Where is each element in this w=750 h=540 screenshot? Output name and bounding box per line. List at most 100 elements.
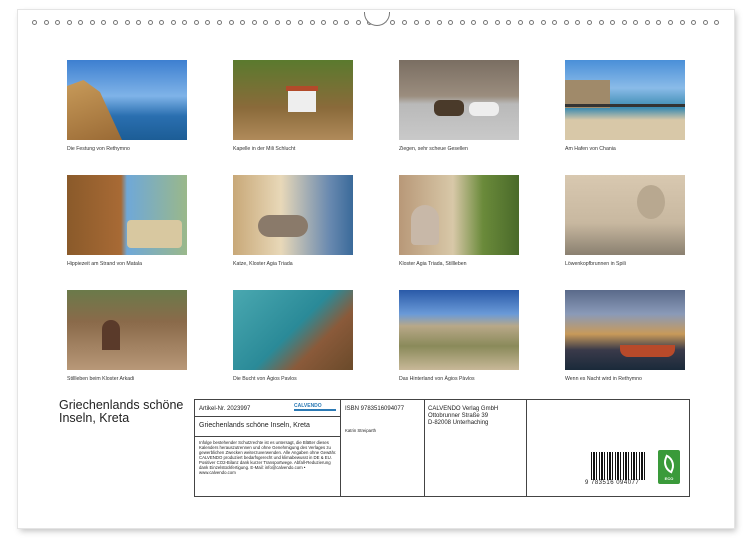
binding-hole bbox=[136, 19, 142, 25]
isbn: ISBN 9783516094077 bbox=[345, 406, 405, 412]
binding-hole bbox=[390, 19, 396, 25]
binding-hole bbox=[482, 19, 488, 25]
photo-fortress bbox=[67, 60, 187, 140]
thumbnail-6[interactable]: Katze, Kloster Agia Triada bbox=[233, 175, 353, 267]
caption: Löwenkopfbrunnen in Spili bbox=[565, 261, 626, 267]
caption: Am Hafen von Chania bbox=[565, 146, 616, 152]
thumbnail-4[interactable]: Am Hafen von Chania bbox=[565, 60, 685, 152]
info-col-3: CALVENDO Verlag GmbH Ottobrunner Straße … bbox=[425, 400, 527, 496]
thumbnail-8[interactable]: Löwenkopfbrunnen in Spili bbox=[565, 175, 685, 267]
barcode bbox=[591, 452, 646, 480]
publisher-line-3: D-82008 Unterhaching bbox=[428, 420, 489, 426]
binding-hole bbox=[101, 19, 107, 25]
thumbnail-10[interactable]: Die Bucht von Àgios Pavlos bbox=[233, 290, 353, 382]
thumbnail-5[interactable]: Hippiezeit am Strand von Matala bbox=[67, 175, 187, 267]
binding-hole bbox=[575, 19, 581, 25]
binding-hole bbox=[147, 19, 153, 25]
binding-hole bbox=[193, 19, 199, 25]
photo-still-life bbox=[399, 175, 519, 255]
legal-notice: Infolge bestehender Schutzrechte ist es … bbox=[199, 440, 337, 475]
photo-lion-fountain bbox=[565, 175, 685, 255]
binding-hole bbox=[691, 19, 697, 25]
binding-hole bbox=[205, 19, 211, 25]
binding-hole bbox=[494, 19, 500, 25]
publisher-line-2: Ottobrunner Straße 39 bbox=[428, 413, 489, 419]
binding-hole bbox=[263, 19, 269, 25]
binding-hole bbox=[552, 19, 558, 25]
binding-hole bbox=[228, 19, 234, 25]
caption: Kloster Agia Triada, Stillleben bbox=[399, 261, 467, 267]
binding-hole bbox=[471, 19, 477, 25]
leaf-icon bbox=[660, 454, 678, 474]
info-col-1: Artikel-Nr. 2023997 CALVENDO Griechenlan… bbox=[195, 400, 341, 496]
photo-night bbox=[565, 290, 685, 370]
binding-hole bbox=[413, 19, 419, 25]
photo-arkadi bbox=[67, 290, 187, 370]
binding-hole bbox=[610, 19, 616, 25]
caption: Die Bucht von Àgios Pavlos bbox=[233, 376, 297, 382]
binding-hole bbox=[32, 19, 37, 25]
info-box: Artikel-Nr. 2023997 CALVENDO Griechenlan… bbox=[194, 399, 690, 497]
binding-hole bbox=[598, 19, 604, 25]
caption: Hippiezeit am Strand von Matala bbox=[67, 261, 142, 267]
author: Katrin Streiparth bbox=[345, 428, 377, 433]
binding-hole bbox=[459, 19, 465, 25]
binding-hole bbox=[78, 19, 84, 25]
binding-hole bbox=[344, 19, 350, 25]
binding-hole bbox=[714, 19, 720, 25]
thumbnail-7[interactable]: Kloster Agia Triada, Stillleben bbox=[399, 175, 519, 267]
photo-chapel bbox=[233, 60, 353, 140]
binding-hole bbox=[274, 19, 280, 25]
binding-hole bbox=[644, 19, 650, 25]
binding-hole bbox=[297, 19, 303, 25]
eco-badge: ECO bbox=[658, 450, 680, 484]
binding-hole bbox=[170, 19, 176, 25]
binding-hole bbox=[240, 19, 246, 25]
binding-hole bbox=[55, 19, 61, 25]
binding-hole bbox=[286, 19, 292, 25]
photo-hippie bbox=[67, 175, 187, 255]
photo-bay bbox=[233, 290, 353, 370]
caption: Stillleben beim Kloster Arkadi bbox=[67, 376, 135, 382]
binding-hole bbox=[66, 19, 72, 25]
binding-hole bbox=[425, 19, 431, 25]
binding-hole bbox=[355, 19, 361, 25]
photo-goats bbox=[399, 60, 519, 140]
binding-hole bbox=[448, 19, 454, 25]
binding-hole bbox=[621, 19, 627, 25]
binding-hole bbox=[506, 19, 512, 25]
thumbnail-12[interactable]: Wenn es Nacht wird in Rethymno bbox=[565, 290, 685, 382]
binding-hole bbox=[251, 19, 257, 25]
calendar-back-page: Die Festung von Rethymno Kapelle in der … bbox=[18, 10, 734, 528]
binding-hole bbox=[529, 19, 535, 25]
caption: Katze, Kloster Agia Triada bbox=[233, 261, 293, 267]
binding-hole bbox=[217, 19, 222, 25]
binding-hole bbox=[679, 19, 685, 25]
thumbnail-11[interactable]: Das Hinterland von Àgios Pàvlos bbox=[399, 290, 519, 382]
binding-hole bbox=[112, 19, 118, 25]
binding-hole bbox=[182, 19, 188, 25]
binding-hole bbox=[159, 19, 165, 25]
binding-hole bbox=[309, 19, 315, 25]
binding-hole bbox=[436, 19, 442, 25]
article-number: Artikel-Nr. 2023997 bbox=[199, 406, 251, 412]
binding-hole bbox=[517, 19, 523, 25]
photo-cat bbox=[233, 175, 353, 255]
calendar-title: Griechenlands schöne Inseln, Kreta bbox=[59, 398, 184, 425]
eco-label: ECO bbox=[664, 476, 674, 481]
binding-hole bbox=[43, 19, 49, 25]
thumbnail-9[interactable]: Stillleben beim Kloster Arkadi bbox=[67, 290, 187, 382]
binding-hole bbox=[702, 19, 708, 25]
binding-hole bbox=[321, 19, 327, 25]
thumbnail-1[interactable]: Die Festung von Rethymno bbox=[67, 60, 187, 152]
photo-hinterland bbox=[399, 290, 519, 370]
photo-harbour bbox=[565, 60, 685, 140]
binding-hole bbox=[563, 19, 569, 25]
publisher-line-1: CALVENDO Verlag GmbH bbox=[428, 406, 499, 412]
binding-hole bbox=[587, 19, 592, 25]
caption: Die Festung von Rethymno bbox=[67, 146, 130, 152]
thumbnail-3[interactable]: Ziegen, sehr scheue Gesellen bbox=[399, 60, 519, 152]
calendar-subtitle: Griechenlands schöne Inseln, Kreta bbox=[199, 422, 310, 429]
thumbnail-2[interactable]: Kapelle in der Mili Schlucht bbox=[233, 60, 353, 152]
binding-hole bbox=[656, 19, 662, 25]
